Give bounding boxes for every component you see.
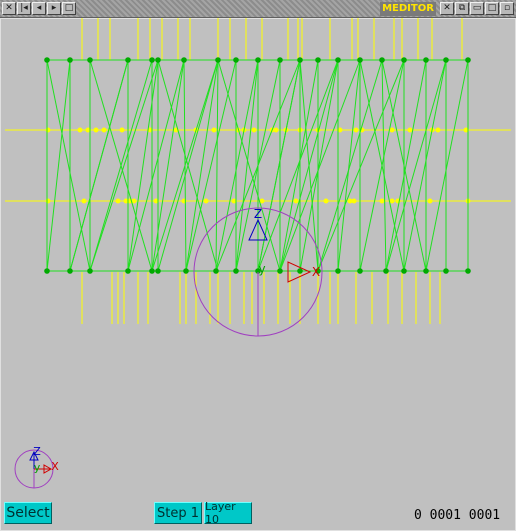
yellow-node	[353, 127, 359, 133]
mesh-node	[67, 268, 73, 274]
mesh-edge	[279, 59, 339, 272]
mesh-node	[125, 268, 131, 274]
yellow-node	[323, 198, 329, 204]
mesh-node	[87, 57, 93, 63]
yellow-node	[45, 127, 51, 133]
mesh-edges	[46, 59, 469, 272]
status-counters: 0 0001 0001	[414, 508, 500, 523]
mesh-node	[357, 268, 363, 274]
counter-b: 0001	[429, 508, 461, 523]
mesh-node	[67, 57, 73, 63]
mesh-node	[335, 57, 341, 63]
mesh-node	[335, 268, 341, 274]
yellow-node	[115, 198, 121, 204]
mesh-node	[44, 268, 50, 274]
mesh-node	[181, 57, 187, 63]
mesh-node	[423, 268, 429, 274]
mesh-edge	[151, 59, 219, 272]
mesh-node	[383, 268, 389, 274]
mesh-node	[465, 57, 471, 63]
mesh-edge	[279, 59, 319, 272]
yellow-node	[101, 127, 107, 133]
mesh-node	[183, 268, 189, 274]
mesh-node	[277, 268, 283, 274]
mesh-node	[215, 57, 221, 63]
mesh-edge	[46, 59, 91, 272]
mesh-node	[423, 57, 429, 63]
yellow-node	[45, 198, 51, 204]
mesh-edge	[235, 59, 259, 272]
mesh-node	[379, 57, 385, 63]
mesh-node	[233, 57, 239, 63]
mesh-node	[87, 268, 93, 274]
mesh-node	[277, 57, 283, 63]
mesh-node	[233, 268, 239, 274]
mesh-node	[401, 268, 407, 274]
mesh-edge	[215, 59, 259, 272]
yellow-node	[379, 198, 385, 204]
mesh-edge	[46, 59, 71, 272]
mini-z-label: Z	[33, 445, 41, 458]
mesh-edge	[385, 59, 427, 272]
mesh-node	[155, 57, 161, 63]
mesh-edge	[257, 59, 339, 272]
mesh-node	[213, 268, 219, 274]
yellow-node	[77, 127, 83, 133]
mesh-node	[149, 268, 155, 274]
3d-viewport[interactable]: Z X y Z X y	[0, 0, 516, 531]
mesh-edge	[279, 59, 361, 272]
layer-button[interactable]: Layer 10	[204, 500, 252, 526]
mesh-node	[401, 57, 407, 63]
yellow-node	[435, 127, 441, 133]
mesh-node	[357, 57, 363, 63]
y-axis-label: y	[258, 262, 265, 276]
yellow-node	[293, 198, 299, 204]
yellow-node	[211, 127, 217, 133]
mesh-edge	[257, 59, 301, 272]
yellow-node	[251, 127, 257, 133]
mesh-edge	[89, 59, 159, 272]
yellow-node	[81, 198, 87, 204]
mesh-edge	[317, 59, 383, 272]
mesh-node	[155, 268, 161, 274]
counter-c: 0001	[468, 508, 501, 523]
mesh-node	[465, 268, 471, 274]
mesh-edge	[299, 59, 339, 272]
mesh-edge	[425, 59, 469, 272]
mesh-node	[44, 57, 50, 63]
yellow-node	[427, 198, 433, 204]
mesh-edge	[317, 59, 405, 272]
mini-axis-gizmo: Z X y	[14, 445, 59, 489]
mesh-edge	[403, 59, 447, 272]
yellow-node	[119, 127, 125, 133]
mesh-node	[297, 268, 303, 274]
mesh-edge	[381, 59, 387, 272]
mesh-node	[255, 57, 261, 63]
mesh-edge	[185, 59, 219, 272]
mesh-node	[443, 268, 449, 274]
mesh-edge	[385, 59, 447, 272]
mesh-node	[315, 57, 321, 63]
mini-y-label: y	[34, 461, 41, 474]
mesh-node	[149, 57, 155, 63]
mesh-edge	[337, 59, 361, 272]
counter-a: 0	[414, 508, 422, 523]
mini-x-label: X	[51, 460, 59, 473]
yellow-node	[407, 127, 413, 133]
mesh-node	[443, 57, 449, 63]
x-axis-label: X	[312, 265, 320, 279]
mesh-edge	[215, 59, 219, 272]
mesh-edge	[127, 59, 185, 272]
select-button[interactable]: Select	[4, 502, 52, 524]
yellow-node	[351, 198, 357, 204]
mesh-node	[125, 57, 131, 63]
yellow-node	[273, 127, 279, 133]
step-button[interactable]: Step 1	[154, 502, 202, 524]
yellow-node	[93, 127, 99, 133]
z-axis-label: Z	[254, 207, 262, 221]
mesh-node	[297, 57, 303, 63]
mesh-edge	[151, 59, 185, 272]
yellow-node	[203, 198, 209, 204]
